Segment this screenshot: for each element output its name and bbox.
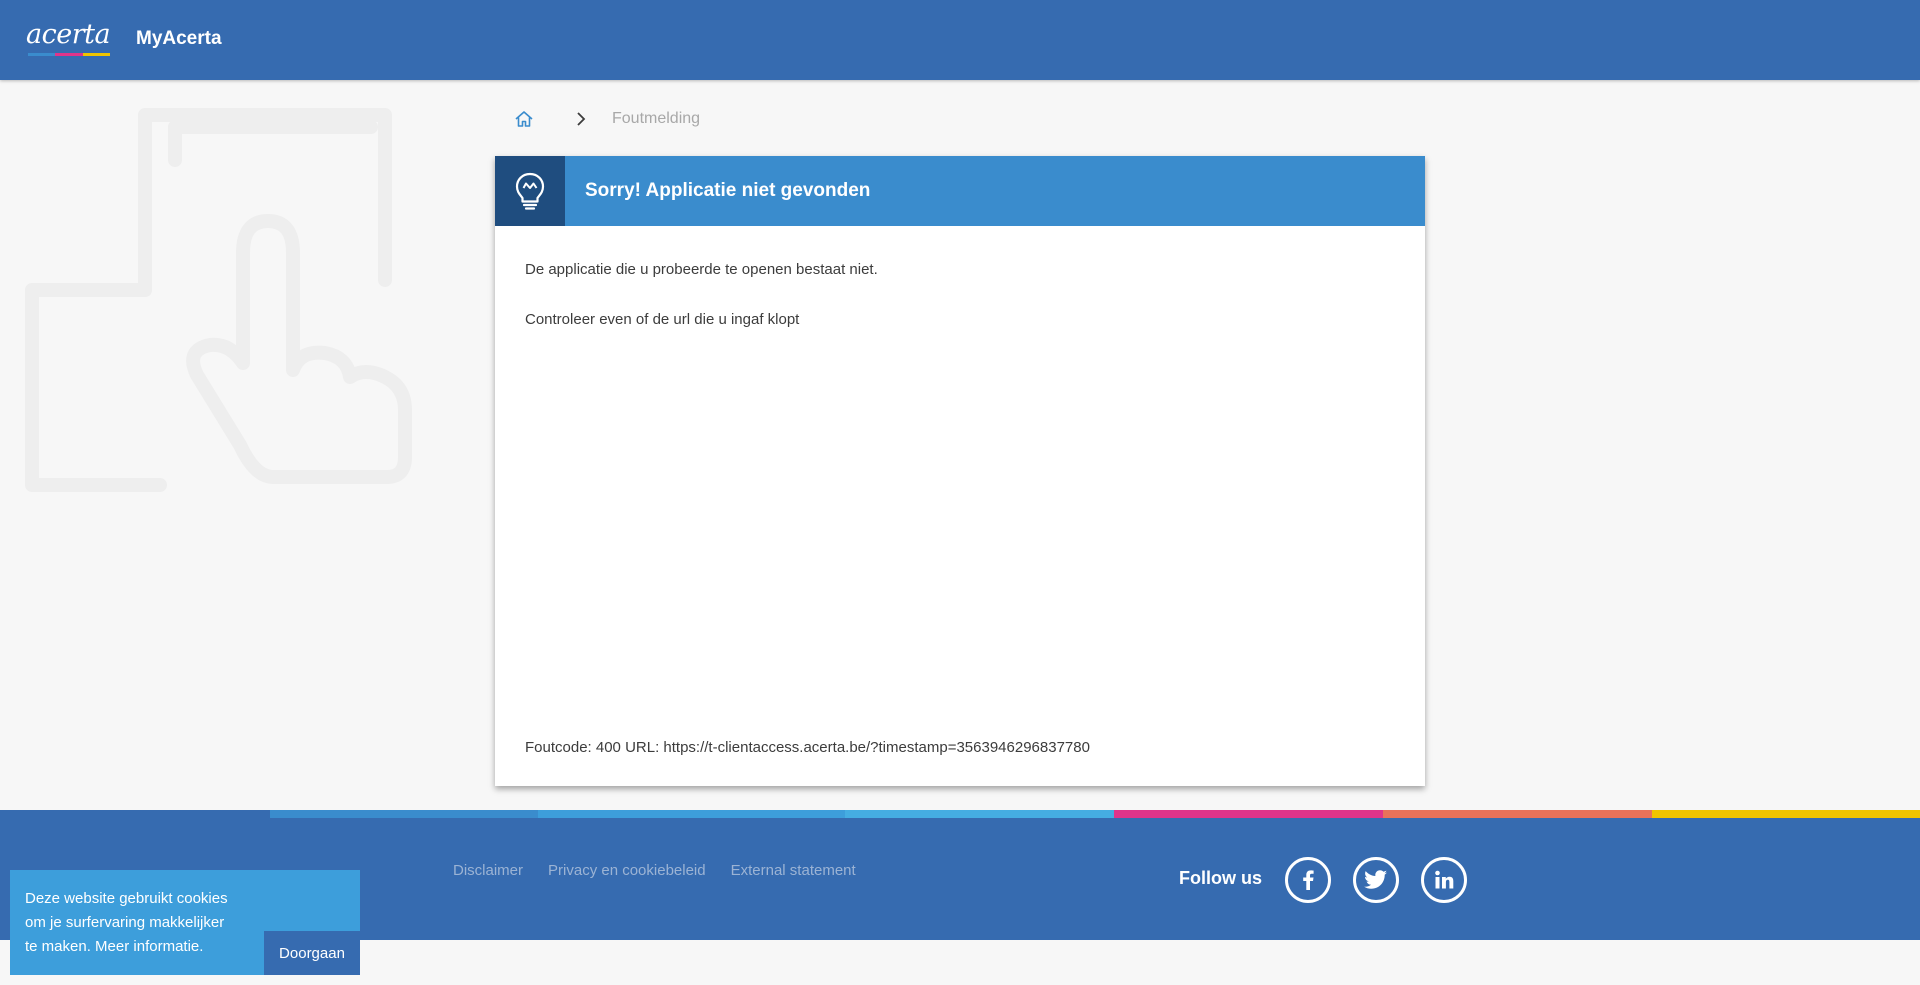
logo-wordmark: acerta (26, 19, 111, 50)
cookie-message: Deze website gebruikt cookies om je surf… (25, 887, 235, 959)
cookie-text-line-2: om je surfervaring makkelijker (25, 914, 225, 931)
app-title[interactable]: MyAcerta (136, 28, 222, 50)
footer-link-privacy[interactable]: Privacy en cookiebeleid (548, 862, 706, 879)
cookie-text-line-1: Deze website gebruikt cookies (25, 890, 228, 907)
footer-link-external-statement[interactable]: External statement (731, 862, 856, 879)
error-title: Sorry! Applicatie niet gevonden (585, 180, 871, 201)
facebook-icon[interactable] (1285, 857, 1331, 903)
logo-stripe (28, 53, 110, 56)
twitter-icon[interactable] (1353, 857, 1399, 903)
home-icon[interactable] (514, 109, 534, 129)
cookie-more-info-link[interactable]: Meer informatie. (95, 938, 203, 955)
follow-us-label: Follow us (1179, 868, 1262, 888)
hand-tablet-illustration-icon (25, 108, 412, 492)
lightbulb-icon (515, 172, 545, 210)
linkedin-icon[interactable] (1421, 857, 1467, 903)
top-bar: acerta MyAcerta (0, 0, 1920, 80)
error-card-body: De applicatie die u probeerde te openen … (495, 226, 1425, 330)
chevron-right-icon (577, 112, 586, 126)
footer-color-strip (0, 810, 1920, 818)
footer-link-disclaimer[interactable]: Disclaimer (453, 862, 523, 879)
breadcrumb-current: Foutmelding (612, 110, 701, 127)
cookie-accept-button[interactable]: Doorgaan (264, 931, 360, 975)
footer-links: Disclaimer Privacy en cookiebeleid Exter… (453, 862, 856, 879)
cookie-banner: Deze website gebruikt cookies om je surf… (10, 870, 360, 975)
error-hint: Controleer even of de url die u ingaf kl… (525, 311, 800, 328)
error-message: De applicatie die u probeerde te openen … (525, 261, 878, 278)
error-code: Foutcode: 400 URL: https://t-clientacces… (525, 739, 1090, 756)
breadcrumb: Foutmelding (514, 106, 700, 132)
cookie-text-line-3: te maken. (25, 938, 96, 955)
error-card-header: Sorry! Applicatie niet gevonden (495, 156, 1425, 226)
acerta-logo[interactable]: acerta (26, 20, 112, 58)
error-card: Sorry! Applicatie niet gevonden De appli… (495, 156, 1425, 786)
error-icon-box (495, 156, 565, 226)
